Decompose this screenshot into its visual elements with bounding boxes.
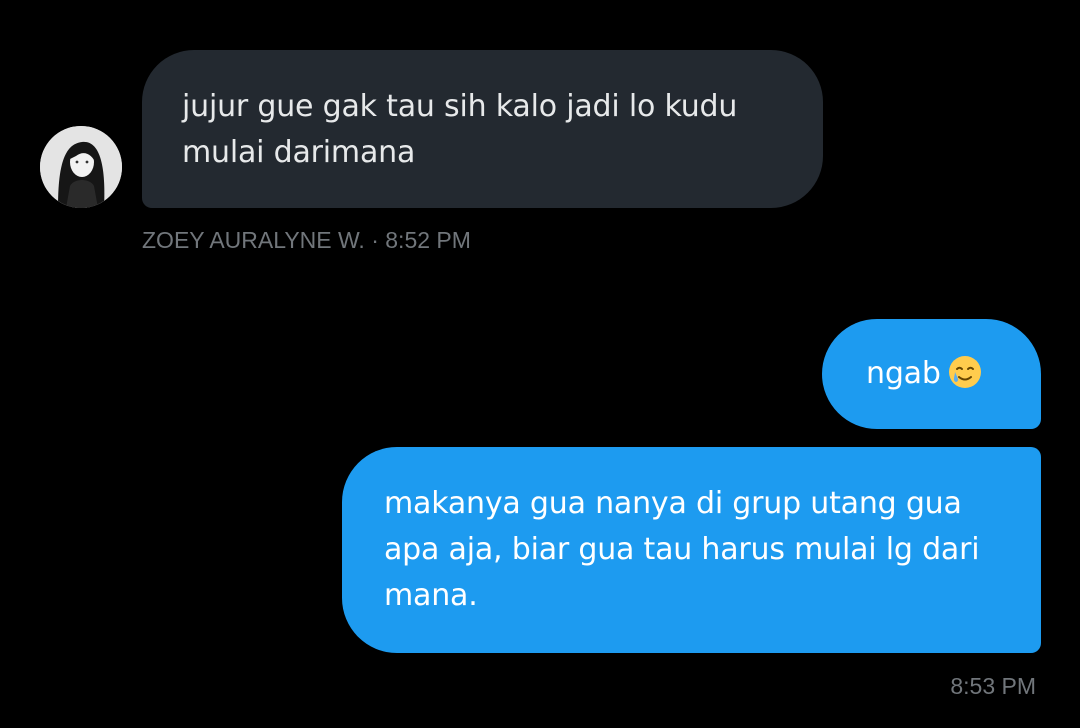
- incoming-message-bubble[interactable]: jujur gue gak tau sih kalo jadi lo kudu …: [142, 50, 823, 208]
- outgoing-message-timestamp: 8:53 PM: [950, 673, 1036, 699]
- message-text: makanya gua nanya di grup utang gua apa …: [384, 486, 980, 613]
- outgoing-message-bubble[interactable]: ngab: [822, 319, 1041, 429]
- incoming-message-meta: ZOEY AURALYNE W. · 8:52 PM: [142, 227, 471, 253]
- avatar-photo-icon: [40, 126, 122, 208]
- message-text: jujur gue gak tau sih kalo jadi lo kudu …: [182, 89, 738, 170]
- message-text: ngab: [866, 356, 941, 391]
- outgoing-message-bubble[interactable]: makanya gua nanya di grup utang gua apa …: [342, 447, 1041, 653]
- sender-avatar[interactable]: [40, 126, 122, 208]
- smiling-face-with-tear-icon: [948, 356, 981, 388]
